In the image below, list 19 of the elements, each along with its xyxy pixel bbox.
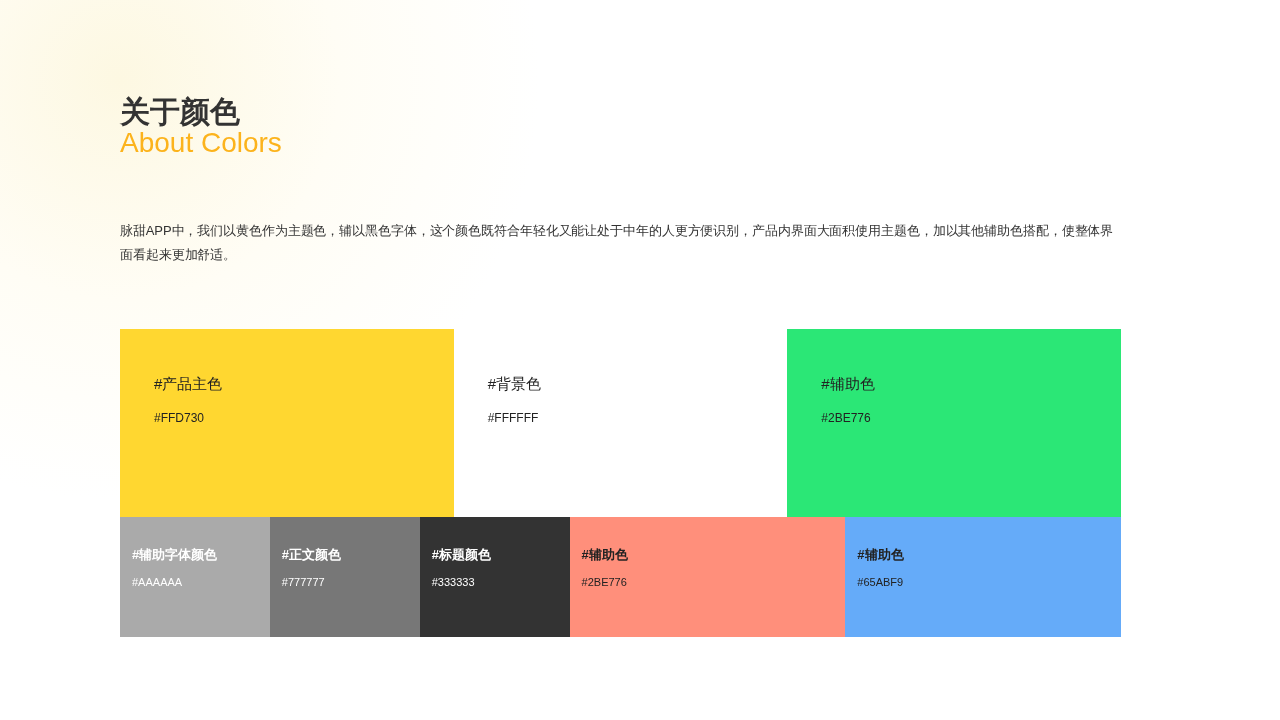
swatch-name: #辅助色 — [857, 545, 905, 564]
swatch-name: #辅助色 — [581, 545, 629, 564]
swatch-hex-code: #FFFFFF — [487, 410, 540, 428]
swatch-name: #背景色 — [487, 373, 542, 394]
swatch-hex-code: #777777 — [281, 575, 326, 591]
swatch-hex-code: #65ABF9 — [857, 575, 905, 591]
swatch-name: #产品主色 — [154, 373, 224, 394]
swatch-hex-code: #333333 — [431, 575, 476, 591]
swatch-hex-code: #AAAAAA — [132, 575, 184, 591]
page-subtitle: About Colors — [120, 128, 283, 159]
swatch-name: #标题颜色 — [431, 545, 492, 564]
swatch-name: #辅助色 — [821, 373, 876, 394]
swatch-hex-code: #2BE776 — [581, 575, 628, 591]
swatch-hex-code: #2BE776 — [821, 410, 872, 428]
page-title: 关于颜色 — [120, 95, 241, 128]
swatch-hex-code: #FFD730 — [154, 410, 206, 428]
swatch-name: #正文颜色 — [281, 545, 343, 564]
swatch-name: #辅助字体颜色 — [132, 545, 219, 564]
description-text: 脉甜APP中，我们以黄色作为主题色，辅以黑色字体，这个颜色既符合年轻化又能让处于中年的人更方便识别，产品内界面大面积使用主题色，加以其他辅助色搭配，使整体界面看起来更加舒适。 — [120, 221, 1115, 264]
